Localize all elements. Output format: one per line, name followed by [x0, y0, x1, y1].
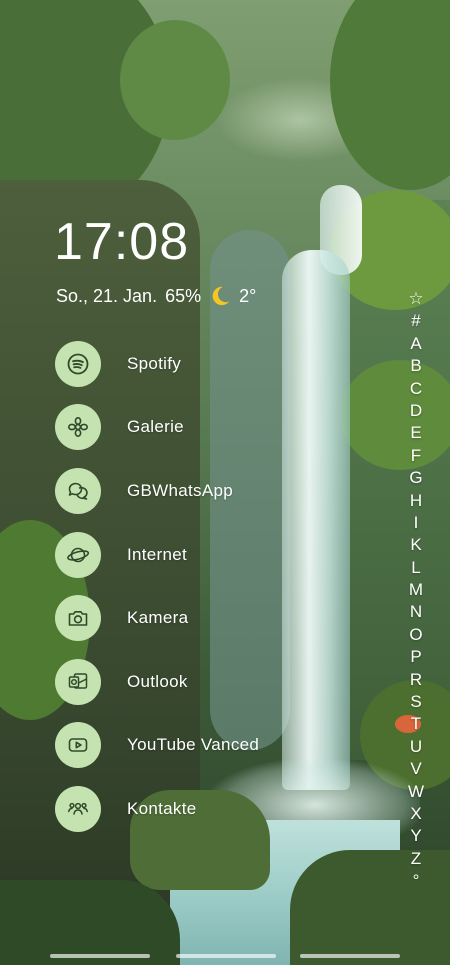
index-letter[interactable]: E	[410, 422, 421, 444]
spotify-icon	[55, 340, 101, 387]
app-label: GBWhatsApp	[127, 480, 233, 500]
index-letter[interactable]: G	[409, 467, 422, 489]
chat-bubbles-icon	[55, 467, 101, 514]
app-kontakte[interactable]: Kontakte	[55, 777, 355, 841]
date[interactable]: So., 21. Jan.	[56, 286, 157, 307]
index-letter[interactable]: M	[409, 579, 423, 601]
ground-foliage	[0, 880, 180, 965]
app-label: Galerie	[127, 417, 184, 437]
index-letter[interactable]: U	[410, 736, 422, 758]
index-letter[interactable]: #	[411, 310, 420, 332]
index-letter[interactable]: Z	[411, 848, 421, 870]
app-label: Outlook	[127, 671, 188, 691]
index-letter[interactable]: F	[411, 445, 421, 467]
clock[interactable]: 17:08	[54, 212, 189, 272]
tree-foliage	[340, 360, 450, 470]
app-label: Kamera	[127, 608, 189, 628]
nav-handle-right[interactable]	[300, 954, 400, 958]
index-letter[interactable]: V	[410, 758, 421, 780]
app-galerie[interactable]: Galerie	[55, 396, 355, 460]
index-letter[interactable]: C	[410, 378, 422, 400]
index-letter[interactable]: R	[410, 669, 422, 691]
index-settings[interactable]: °	[413, 870, 420, 892]
app-kamera[interactable]: Kamera	[55, 586, 355, 650]
index-letter[interactable]: Y	[410, 825, 421, 847]
outlook-icon	[55, 658, 101, 705]
status-line: So., 21. Jan. 65% 2°	[56, 285, 256, 307]
index-letter[interactable]: I	[414, 512, 419, 534]
tree-foliage	[330, 0, 450, 190]
nav-handle-left[interactable]	[50, 954, 150, 958]
alphabet-index[interactable]: ☆ # A B C D E F G H I K L M N O P R S T …	[405, 288, 427, 893]
app-internet[interactable]: Internet	[55, 523, 355, 587]
index-letter[interactable]: N	[410, 601, 422, 623]
app-list: Spotify Galerie GBWhatsApp Internet Kame…	[55, 332, 355, 841]
contacts-icon	[55, 785, 101, 832]
app-label: YouTube Vanced	[127, 735, 260, 755]
index-letter[interactable]: X	[410, 803, 421, 825]
index-letter[interactable]: D	[410, 400, 422, 422]
temperature[interactable]: 2°	[239, 286, 256, 307]
index-letter[interactable]: T	[411, 713, 421, 735]
index-letter[interactable]: O	[409, 624, 422, 646]
index-letter[interactable]: B	[410, 355, 421, 377]
index-letter[interactable]: S	[410, 691, 421, 713]
tree-foliage	[120, 20, 230, 140]
app-youtube-vanced[interactable]: YouTube Vanced	[55, 714, 355, 778]
app-label: Kontakte	[127, 798, 197, 818]
moon-icon	[212, 286, 230, 306]
index-letter[interactable]: P	[410, 646, 421, 668]
flower-icon	[55, 404, 101, 451]
index-letter[interactable]: H	[410, 490, 422, 512]
app-spotify[interactable]: Spotify	[55, 332, 355, 396]
nav-handle-center[interactable]	[176, 954, 276, 958]
planet-icon	[55, 531, 101, 578]
battery-level: 65%	[165, 285, 202, 306]
index-letter[interactable]: L	[411, 557, 420, 579]
index-letter[interactable]: K	[410, 534, 421, 556]
index-letter[interactable]: A	[410, 333, 421, 355]
index-favorites[interactable]: ☆	[408, 288, 423, 310]
app-outlook[interactable]: Outlook	[55, 650, 355, 714]
index-letter[interactable]: W	[408, 781, 424, 803]
youtube-icon	[55, 722, 101, 769]
app-label: Internet	[127, 544, 188, 564]
app-label: Spotify	[127, 353, 182, 373]
app-gbwhatsapp[interactable]: GBWhatsApp	[55, 459, 355, 523]
camera-icon	[55, 595, 101, 642]
